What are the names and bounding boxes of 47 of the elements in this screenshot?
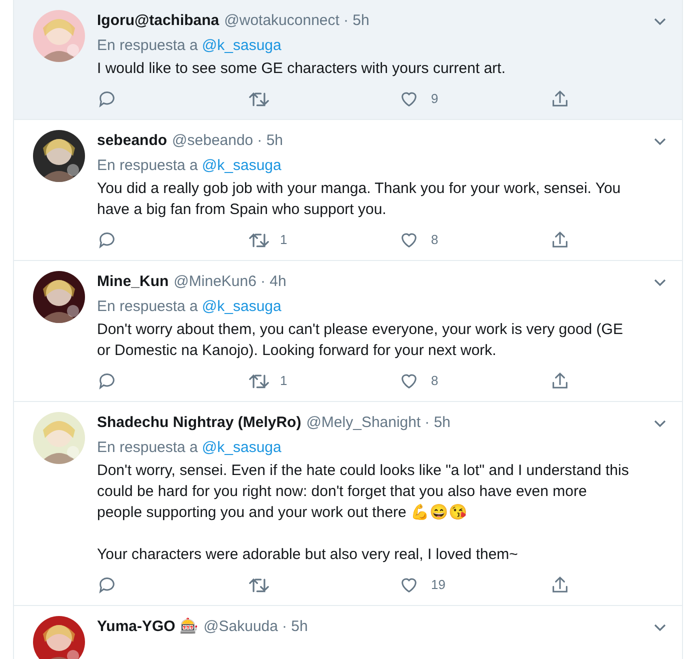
user-handle[interactable]: @Sakuuda <box>204 616 278 638</box>
tweet-time[interactable]: · 5h <box>424 412 451 434</box>
mention-link[interactable]: @k_sasuga <box>202 154 282 177</box>
heart-icon[interactable] <box>399 371 419 391</box>
like-count: 19 <box>431 576 446 594</box>
user-name[interactable]: Mine_Kun <box>97 271 169 294</box>
user-handle[interactable]: @MineKun6 <box>174 271 256 294</box>
share-icon[interactable] <box>550 371 570 391</box>
tweet-text: Don't worry about them, you can't please everyone, your work is very good (GE or Domestic na Kanojo). Looking forward for your next work. <box>97 320 624 361</box>
reply-icon[interactable] <box>97 575 117 595</box>
share-icon[interactable] <box>550 575 570 595</box>
tweet-text: Your characters were adorable but also very real, I loved them~ <box>97 545 519 565</box>
like-count: 8 <box>431 231 438 250</box>
user-name[interactable]: Igoru@tachibana <box>97 10 220 32</box>
share-icon[interactable] <box>550 230 570 250</box>
tweet-text: You did a really gob job with your manga. Thank you for your work, sensei. You have a big fan from Spain who support you. <box>97 179 622 220</box>
tweet-text: I would like to see some GE characters with yours current art. <box>97 59 506 79</box>
reply-label: En respuesta a <box>97 438 198 458</box>
mention-link[interactable]: @k_sasuga <box>202 296 282 318</box>
user-name[interactable]: Yuma-YGO 🎰 <box>97 616 199 638</box>
heart-icon[interactable] <box>399 230 419 250</box>
like-count: 8 <box>431 372 438 390</box>
heart-icon[interactable] <box>399 575 419 595</box>
user-handle[interactable]: @wotakuconnect <box>224 10 340 32</box>
retweet-count: 1 <box>280 231 288 250</box>
user-name[interactable]: Shadechu Nightray (MelyRo) <box>97 412 302 434</box>
tweet-time[interactable]: · 5h <box>343 10 370 32</box>
tweet-time[interactable]: · 4h <box>260 271 286 294</box>
like-count: 9 <box>431 90 438 108</box>
tweet-time[interactable]: · 5h <box>282 616 308 638</box>
heart-icon[interactable] <box>399 89 419 109</box>
user-name[interactable]: sebeando <box>97 130 168 152</box>
reply-label: En respuesta a <box>97 296 198 316</box>
reply-icon[interactable] <box>97 230 117 250</box>
reply-icon[interactable] <box>97 89 117 109</box>
retweet-count: 1 <box>280 372 288 390</box>
tweet-card[interactable]: Igoru@tachibana @wotakuconnect · 5h En respuesta a @k_sasuga I would like to see some GE characters with yours current art. 9 <box>14 0 682 120</box>
user-handle[interactable]: @Mely_Shanight <box>306 412 421 434</box>
tweet-text: Don't worry, sensei. Even if the hate could looks like "a lot" and I understand this could be hard for you right now: don't forget that you also have even more people supporting you and your work out there 💪😄😘 <box>97 461 630 523</box>
share-icon[interactable] <box>550 89 570 109</box>
reply-label: En respuesta a <box>97 36 198 56</box>
reply-icon[interactable] <box>97 371 117 391</box>
user-handle[interactable]: @sebeando <box>172 130 254 152</box>
tweet-time[interactable]: · 5h <box>257 130 284 152</box>
reply-label: En respuesta a <box>97 156 198 176</box>
mention-link[interactable]: @k_sasuga <box>202 34 282 57</box>
mention-link[interactable]: @k_sasuga <box>202 436 282 459</box>
